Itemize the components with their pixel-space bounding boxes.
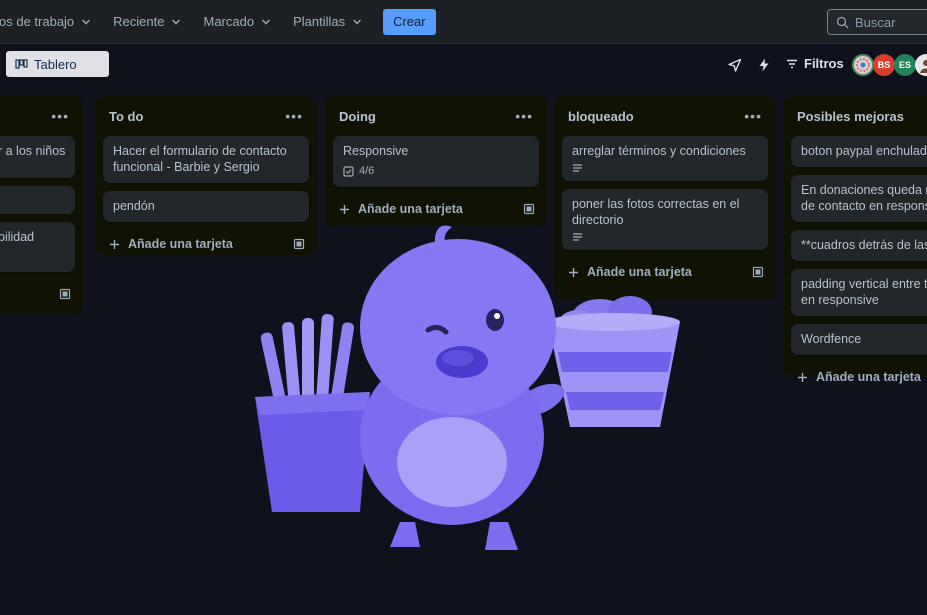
card-title: bilidad: [0, 230, 35, 244]
plus-icon: [340, 204, 349, 214]
template-icon[interactable]: [523, 203, 535, 215]
avatar[interactable]: [852, 54, 874, 76]
chevron-down-icon: [262, 19, 271, 24]
list-card[interactable]: pendón: [103, 191, 309, 222]
list-card[interactable]: arreglar términos y condiciones: [562, 136, 768, 181]
chevron-down-icon: [172, 19, 181, 24]
automation-bolt-icon[interactable]: [756, 57, 772, 73]
card-title: pendón: [113, 199, 155, 213]
fries-icon: [255, 314, 370, 512]
nav-starred-label: Marcado: [203, 14, 255, 29]
avatar[interactable]: BS: [873, 54, 895, 76]
description-badge: [572, 163, 758, 173]
list-card[interactable]: bilidad: [0, 222, 75, 272]
plus-icon: [110, 239, 119, 249]
list-title: bloqueado: [568, 108, 634, 124]
add-card-button[interactable]: Añade una tarjeta: [797, 370, 921, 384]
chick-mascot-with-fries-icon: [255, 225, 680, 550]
list-card[interactable]: Responsive 4/6: [333, 136, 539, 187]
nav-templates-label: Plantillas: [293, 14, 346, 29]
list-card[interactable]: r a los niños: [0, 136, 75, 178]
list-menu-icon[interactable]: •••: [51, 108, 69, 124]
filter-icon: [787, 59, 797, 68]
list-title: To do: [109, 108, 144, 124]
avatar-photo-icon: [920, 60, 927, 73]
list-title: Posibles mejoras: [797, 108, 904, 124]
list-card[interactable]: Hacer el formulario de contacto funciona…: [103, 136, 309, 183]
nav-recent-label: Reciente: [113, 14, 165, 29]
add-card-label: Añade una tarjeta: [816, 370, 921, 384]
card-title-line2: de contacto en responsive: [801, 199, 927, 213]
list-header: To do •••: [103, 96, 309, 136]
nav-workspaces-menu[interactable]: os de trabajo: [0, 6, 102, 38]
add-card-button[interactable]: Añade una tarjeta: [109, 237, 233, 251]
drumstick-bucket-icon: [548, 296, 680, 427]
search-input[interactable]: [855, 14, 927, 30]
card-title: En donaciones queda mal: [801, 183, 927, 197]
send-to-icon[interactable]: [727, 57, 743, 73]
filters-button[interactable]: Filtros: [786, 56, 844, 71]
card-title: arreglar términos y condiciones: [572, 144, 746, 158]
list-card[interactable]: **cuadros detrás de las im: [791, 230, 927, 261]
list-partial: ••• r a los niños bilidad: [0, 96, 83, 314]
template-icon[interactable]: [752, 266, 764, 278]
checklist-icon: [343, 165, 354, 177]
board-view-icon: [15, 58, 28, 69]
list-card[interactable]: boton paypal enchulado: [791, 136, 927, 167]
list-card[interactable]: Wordfence: [791, 324, 927, 355]
add-card-row: [0, 280, 75, 308]
card-title: Responsive: [343, 144, 409, 158]
search-icon: [836, 16, 849, 28]
add-card-label: Añade una tarjeta: [128, 237, 233, 251]
add-card-row: Añade una tarjeta: [791, 363, 927, 391]
avatar-initials: ES: [898, 60, 911, 70]
board-header: Tablero Filtros BS ES: [0, 44, 927, 86]
nav-starred-menu[interactable]: Marcado: [192, 6, 282, 38]
list-menu-icon[interactable]: •••: [744, 108, 762, 124]
avatar[interactable]: [915, 54, 927, 76]
top-navigation: os de trabajo Reciente Marcado Plantilla…: [0, 0, 927, 44]
card-title-line2: en responsive: [801, 293, 879, 307]
chevron-down-icon: [82, 19, 91, 24]
card-title: Wordfence: [801, 332, 862, 346]
list-header: •••: [0, 96, 75, 136]
list-title: Doing: [339, 108, 376, 124]
create-button[interactable]: Crear: [383, 8, 436, 35]
description-icon: [573, 164, 582, 172]
search-box[interactable]: [827, 9, 927, 35]
card-title: Hacer el formulario de contacto funciona…: [113, 144, 287, 174]
card-title: boton paypal enchulado: [801, 144, 927, 158]
list-doing: Doing ••• Responsive 4/6 Añade una tarje…: [325, 96, 547, 226]
list-posibles-mejoras: Posibles mejoras boton paypal enchulado …: [783, 96, 927, 384]
list-card[interactable]: En donaciones queda mal de contacto en r…: [791, 175, 927, 222]
list-menu-icon[interactable]: •••: [285, 108, 303, 124]
nav-recent-menu[interactable]: Reciente: [102, 6, 192, 38]
plus-icon: [798, 372, 807, 382]
list-menu-icon[interactable]: •••: [515, 108, 533, 124]
list-header: Doing •••: [333, 96, 539, 136]
list-card[interactable]: padding vertical entre tar en responsive: [791, 269, 927, 316]
card-title: padding vertical entre tar: [801, 277, 927, 291]
avatar[interactable]: ES: [894, 54, 916, 76]
avatar-image-icon: [856, 58, 870, 72]
nav-menu: os de trabajo Reciente Marcado Plantilla…: [0, 0, 436, 43]
avatar-initials: BS: [877, 60, 891, 70]
add-card-row: Añade una tarjeta: [333, 195, 539, 223]
list-header: bloqueado •••: [562, 96, 768, 136]
list-header: Posibles mejoras: [791, 96, 927, 136]
nav-workspaces-label: os de trabajo: [0, 14, 75, 29]
nav-templates-menu[interactable]: Plantillas: [282, 6, 373, 38]
checklist-count: 4/6: [359, 165, 375, 177]
card-title: **cuadros detrás de las im: [801, 238, 927, 252]
board-view-label: Tablero: [34, 56, 77, 72]
chevron-down-icon[interactable]: [90, 58, 104, 70]
filters-label: Filtros: [804, 56, 844, 71]
list-card[interactable]: [0, 186, 75, 214]
card-title: r a los niños: [0, 144, 66, 158]
template-icon[interactable]: [59, 288, 71, 300]
add-card-label: Añade una tarjeta: [358, 202, 463, 216]
chevron-down-icon: [353, 19, 362, 24]
add-card-button[interactable]: Añade una tarjeta: [339, 202, 463, 216]
checklist-badge: 4/6: [343, 163, 529, 179]
